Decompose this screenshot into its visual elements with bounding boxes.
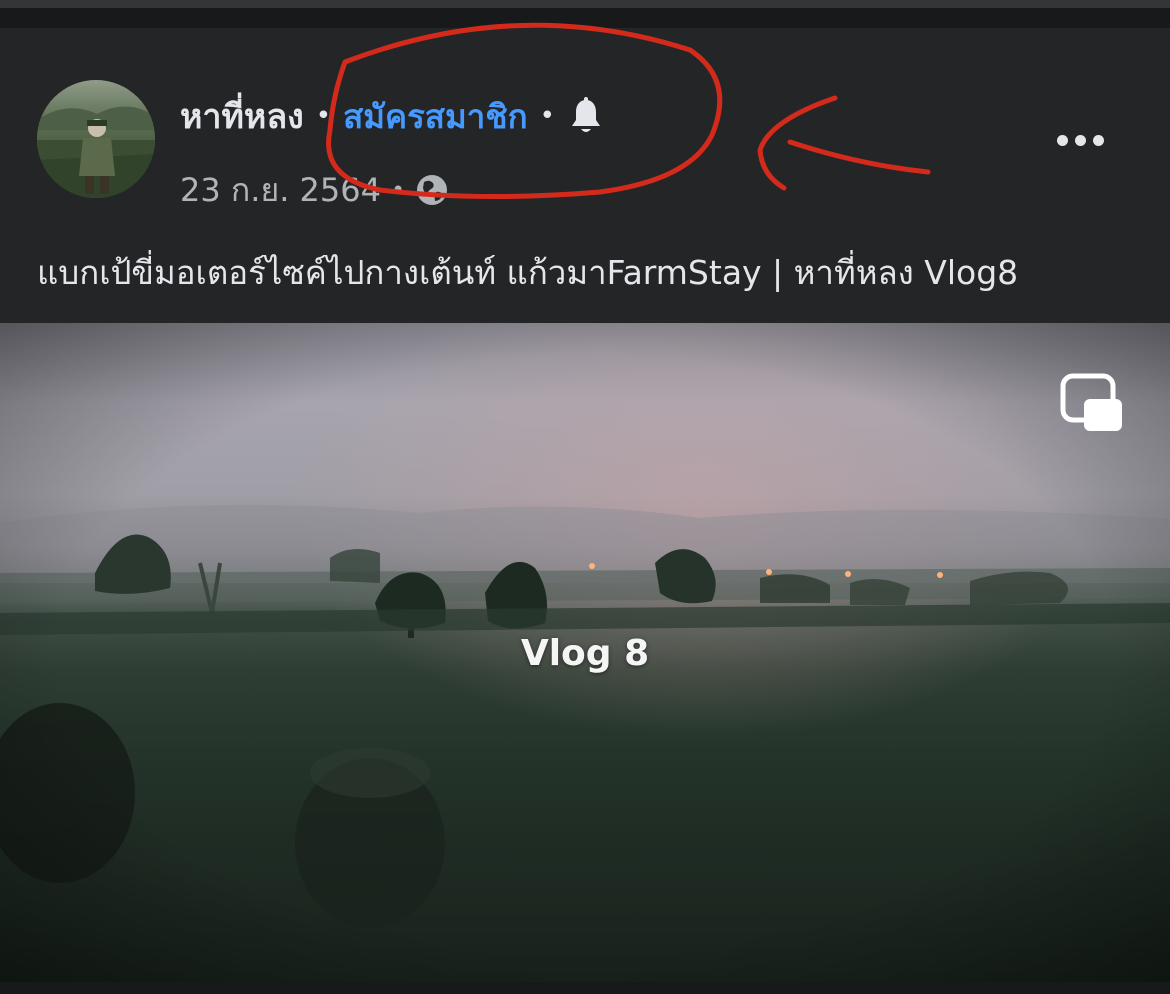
separator-dot: • (315, 101, 332, 131)
post-caption: แบกเป้ขี่มอเตอร์ไซค์ไปกางเต้นท์ แก้วมาFa… (37, 253, 1019, 292)
subscribe-link[interactable]: สมัครสมาชิก (343, 90, 528, 143)
bell-icon[interactable] (569, 96, 603, 136)
author-row: หาที่หลง • สมัครสมาชิก • (180, 92, 603, 140)
facebook-post-screenshot: หาที่หลง • สมัครสมาชิก • 23 ก.ย. 2564 • … (0, 0, 1170, 994)
separator-dot: • (390, 176, 406, 204)
more-options-icon[interactable] (1048, 118, 1112, 162)
top-divider (0, 0, 1170, 8)
video-player[interactable]: Vlog 8 (0, 323, 1170, 982)
more-dot (1092, 134, 1104, 146)
video-title-overlay: Vlog 8 (520, 633, 650, 674)
bottom-divider (0, 982, 1170, 994)
more-dot (1074, 134, 1086, 146)
post-date[interactable]: 23 ก.ย. 2564 (180, 165, 381, 216)
author-name[interactable]: หาที่หลง (180, 89, 304, 143)
globe-icon (415, 173, 449, 207)
more-dot (1056, 134, 1068, 146)
picture-in-picture-icon[interactable] (1060, 373, 1124, 433)
meta-row: 23 ก.ย. 2564 • (180, 168, 449, 212)
separator-dot: • (539, 101, 555, 131)
avatar[interactable] (37, 80, 155, 198)
